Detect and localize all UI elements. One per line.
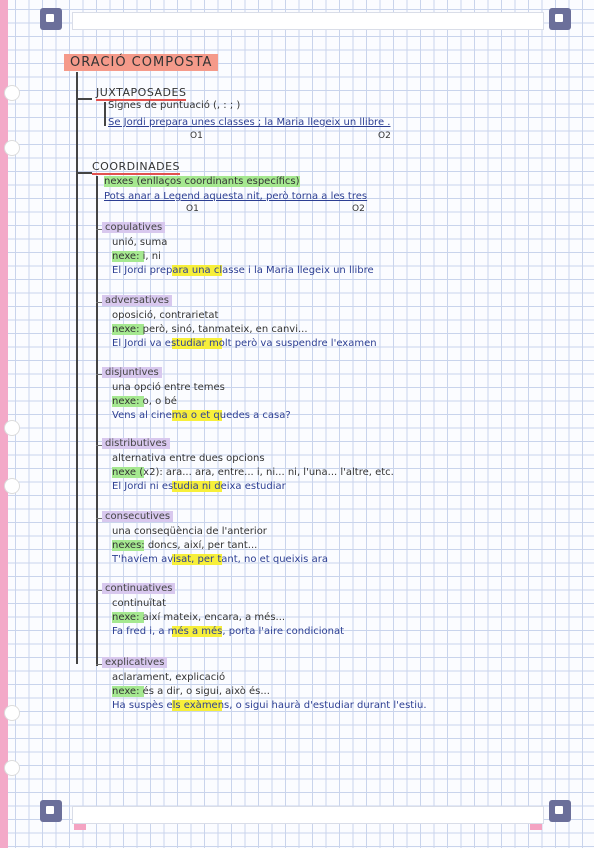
coordinades-heading: COORDINADES [92,160,181,175]
section-nexe-line: nexes: doncs, així, per tant... [112,540,258,551]
coordinades-o1: O1 [186,204,199,214]
section-label-distributives: distributives [102,438,170,449]
header-box [72,12,544,30]
section-nexe-line: nexe (x2): ara... ara, entre... i, ni...… [112,467,394,478]
section-description: aclarament, explicació [112,672,226,683]
section-nexe-line: nexe: o, o bé [112,396,177,407]
section-label-continuatives: continuatives [102,583,176,594]
section-example: Fa fred i, a més a més, porta l'aire con… [112,626,345,637]
tree-branch [76,172,92,174]
binder-hole [4,705,20,721]
sub-branch-line [104,102,106,126]
juxtaposades-example: Se Jordi prepara unes classes ; la Maria… [108,117,391,128]
section-label-adversatives: adversatives [102,295,172,306]
section-nexe-line: nexe: i, ni [112,251,161,262]
corner-marker-icon [40,8,62,30]
section-description: una conseqüència de l'anterior [112,526,267,537]
coordinades-branch-line [96,176,98,666]
coordinades-rule: nexes (enllaços coordinants específics) [104,176,300,187]
corner-marker-icon [549,8,571,30]
section-nexe-line: nexe: així mateix, encara, a més... [112,612,286,623]
section-description: oposició, contrarietat [112,310,219,321]
coordinades-o2: O2 [352,204,365,214]
juxtaposades-heading: JUXTAPOSADES [96,86,187,101]
binder-hole [4,760,20,776]
section-description: unió, suma [112,237,168,248]
section-description: continuïtat [112,598,167,609]
section-nexe-line: nexe: però, sinó, tanmateix, en canvi... [112,324,308,335]
coordinades-example: Pots anar a Legend aquesta nit, però tor… [104,191,368,202]
juxtaposades-rule: Signes de puntuació (, : ; ) [108,100,241,111]
section-example: Ha suspès els exàmens, o sigui haurà d'e… [112,700,427,711]
binder-hole [4,478,20,494]
section-label-copulatives: copulatives [102,222,166,233]
juxtaposades-o2: O2 [378,131,391,141]
section-description: alternativa entre dues opcions [112,453,265,464]
corner-marker-icon [40,800,62,822]
tree-main-line [76,72,78,664]
section-example: El Jordi prepara una classe i la Maria l… [112,265,374,276]
section-example: T'havíem avisat, per tant, no et queixis… [112,554,328,565]
section-label-explicatives: explicatives [102,657,168,668]
section-description: una opció entre temes [112,382,225,393]
corner-marker-icon [549,800,571,822]
section-nexe-line: nexe: és a dir, o sigui, això és... [112,686,270,697]
section-example: El Jordi ni estudia ni deixa estudiar [112,481,286,492]
juxtaposades-o1: O1 [190,131,203,141]
section-label-consecutives: consecutives [102,511,174,522]
footer-box [72,806,544,824]
binder-hole [4,140,20,156]
binder-hole [4,420,20,436]
section-example: Vens al cinema o et quedes a casa? [112,410,291,421]
section-label-disjuntives: disjuntives [102,367,162,378]
tree-branch [76,98,92,100]
binder-hole [4,85,20,101]
section-example: El Jordi va estudiar molt però va suspen… [112,338,377,349]
page-title: ORACIÓ COMPOSTA [64,54,219,71]
